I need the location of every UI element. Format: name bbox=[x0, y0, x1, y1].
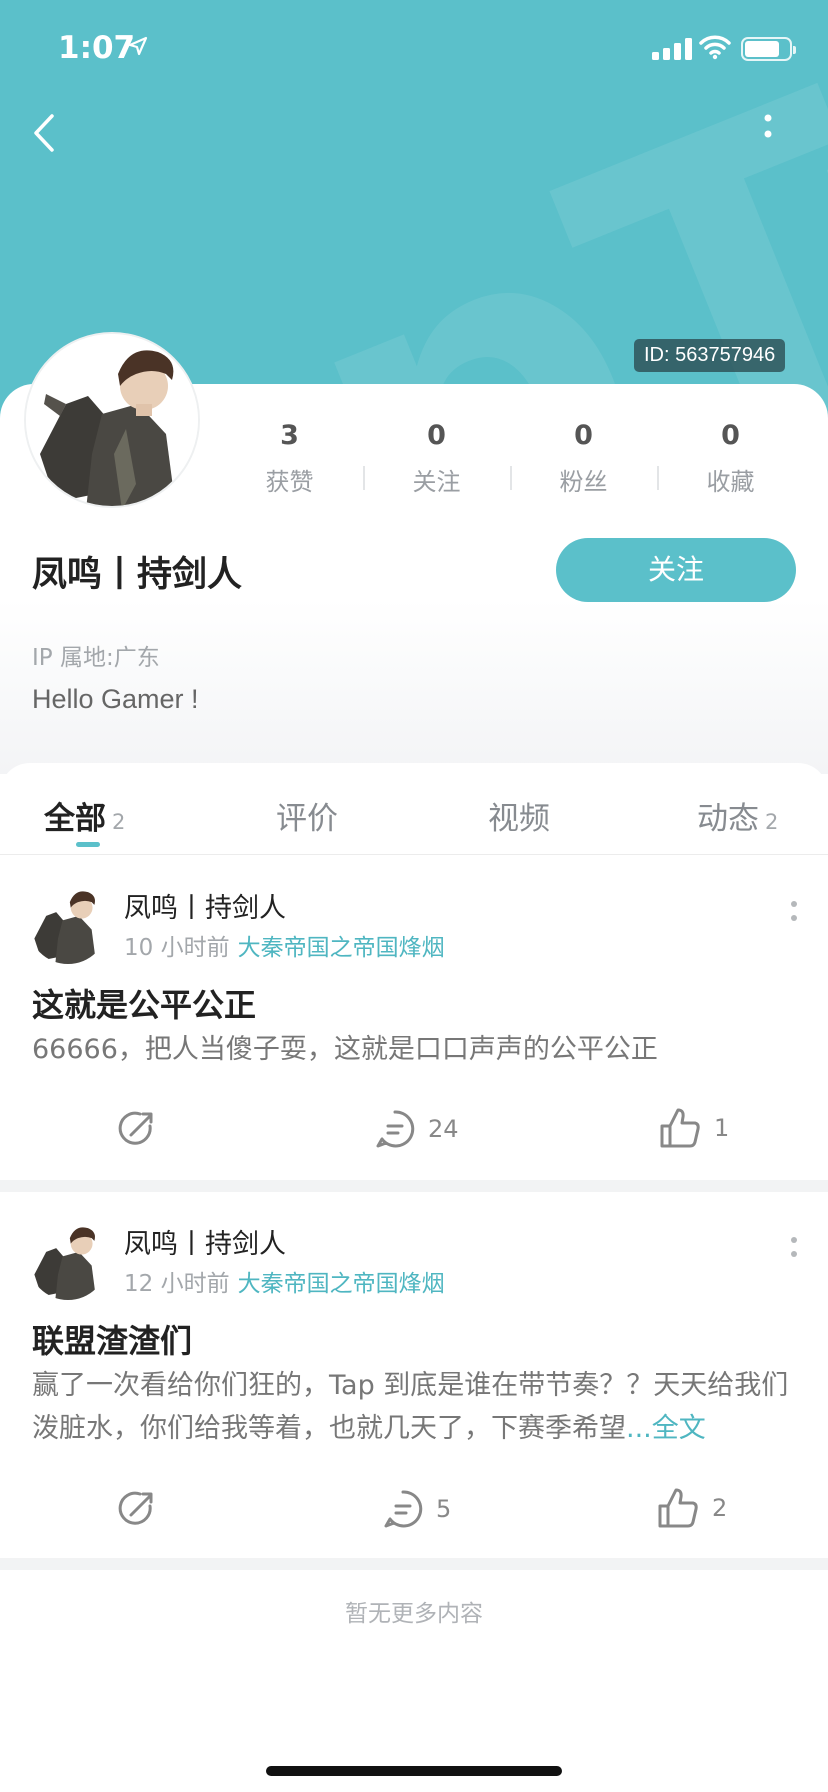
avatar[interactable] bbox=[24, 332, 200, 508]
share-icon bbox=[118, 1111, 153, 1145]
comment-icon bbox=[384, 1490, 423, 1528]
share-icon bbox=[118, 1491, 153, 1525]
stat-value: 0 bbox=[574, 420, 593, 451]
post-avatar[interactable] bbox=[28, 884, 108, 964]
post-title: 联盟渣渣们 bbox=[32, 1322, 193, 1360]
post-time: 12 小时前 bbox=[124, 1271, 230, 1297]
post-game-link[interactable]: 大秦帝国之帝国烽烟 bbox=[238, 1271, 445, 1297]
post-body: 66666，把人当傻子耍，这就是口口声声的公平公正 bbox=[32, 1028, 802, 1071]
post-game-link[interactable]: 大秦帝国之帝国烽烟 bbox=[238, 935, 445, 961]
active-tab-indicator bbox=[76, 842, 100, 847]
share-button[interactable] bbox=[116, 1488, 158, 1530]
post-divider bbox=[0, 1558, 828, 1570]
post-author[interactable]: 凤鸣丨持剑人 bbox=[124, 1222, 286, 1261]
ip-location: IP 属地:广东 bbox=[32, 645, 160, 671]
comment-button[interactable]: 5 bbox=[382, 1488, 451, 1530]
avatar-illustration bbox=[28, 1220, 108, 1300]
tab-videos[interactable]: 视频 bbox=[488, 793, 550, 838]
user-id-badge[interactable]: ID: 563757946 bbox=[634, 339, 786, 372]
comment-count: 24 bbox=[428, 1115, 459, 1143]
read-more-link[interactable]: ...全文 bbox=[626, 1413, 706, 1444]
tab-reviews[interactable]: 评价 bbox=[276, 793, 338, 838]
stat-label: 关注 bbox=[412, 468, 461, 496]
tab-count: 2 bbox=[765, 810, 779, 834]
feed-post[interactable]: 凤鸣丨持剑人 12 小时前 大秦帝国之帝国烽烟 联盟渣渣们 赢了一次看给你们狂的，… bbox=[0, 1192, 828, 1558]
post-time: 10 小时前 bbox=[124, 935, 230, 961]
share-button[interactable] bbox=[116, 1108, 158, 1150]
post-avatar[interactable] bbox=[28, 1220, 108, 1300]
post-menu-button[interactable] bbox=[784, 1234, 804, 1274]
more-vertical-icon bbox=[791, 1237, 797, 1257]
tab-label: 视频 bbox=[488, 801, 550, 837]
post-text: 66666，把人当傻子耍，这就是口口声声的公平公正 bbox=[32, 1034, 658, 1065]
tab-label: 全部 bbox=[44, 801, 106, 837]
comment-button[interactable]: 24 bbox=[374, 1108, 459, 1150]
stat-value: 0 bbox=[427, 420, 446, 451]
stat-label: 收藏 bbox=[706, 468, 755, 496]
stat-following[interactable]: 0 关注 bbox=[363, 418, 510, 498]
status-bar: 1:07 bbox=[0, 0, 828, 96]
chevron-left-icon bbox=[34, 114, 54, 152]
location-arrow-icon bbox=[128, 36, 148, 56]
stat-favorites[interactable]: 0 收藏 bbox=[657, 418, 804, 498]
avatar-illustration bbox=[28, 884, 108, 964]
tab-all[interactable]: 全部 2 bbox=[44, 793, 125, 838]
tab-moments[interactable]: 动态 2 bbox=[697, 793, 778, 838]
post-meta: 12 小时前 大秦帝国之帝国烽烟 bbox=[124, 1264, 445, 1298]
stat-label: 获赞 bbox=[265, 468, 314, 496]
stat-value: 3 bbox=[280, 420, 299, 451]
like-button[interactable]: 2 bbox=[656, 1486, 727, 1530]
more-options-button[interactable] bbox=[756, 112, 780, 156]
like-count: 1 bbox=[714, 1114, 730, 1142]
more-vertical-icon bbox=[764, 114, 772, 138]
post-menu-button[interactable] bbox=[784, 898, 804, 938]
status-time: 1:07 bbox=[58, 30, 136, 66]
tab-label: 评价 bbox=[276, 801, 338, 837]
comment-icon bbox=[376, 1110, 415, 1148]
profile-stats: 3 获赞 0 关注 0 粉丝 0 收藏 bbox=[216, 418, 804, 498]
home-indicator[interactable] bbox=[266, 1766, 562, 1776]
feed-post[interactable]: 凤鸣丨持剑人 10 小时前 大秦帝国之帝国烽烟 这就是公平公正 66666，把人当… bbox=[0, 856, 828, 1180]
post-title: 这就是公平公正 bbox=[32, 986, 257, 1024]
post-author[interactable]: 凤鸣丨持剑人 bbox=[124, 886, 286, 925]
battery-icon bbox=[741, 37, 796, 61]
like-button[interactable]: 1 bbox=[658, 1106, 729, 1150]
avatar-illustration bbox=[26, 334, 198, 506]
stat-value: 0 bbox=[721, 420, 740, 451]
stat-label: 粉丝 bbox=[559, 468, 608, 496]
more-vertical-icon bbox=[791, 901, 797, 921]
back-button[interactable] bbox=[28, 108, 68, 158]
tab-count: 2 bbox=[112, 810, 126, 834]
stat-likes[interactable]: 3 获赞 bbox=[216, 418, 363, 498]
profile-name: 凤鸣丨持剑人 bbox=[32, 555, 243, 595]
profile-bio: Hello Gamer ! bbox=[32, 684, 199, 714]
follow-button[interactable]: 关注 bbox=[556, 538, 796, 602]
comment-count: 5 bbox=[436, 1495, 452, 1523]
content-tabs: 全部 2 评价 视频 动态 2 bbox=[0, 763, 828, 855]
cellular-signal-icon bbox=[652, 38, 692, 60]
post-meta: 10 小时前 大秦帝国之帝国烽烟 bbox=[124, 928, 445, 962]
like-count: 2 bbox=[712, 1494, 728, 1522]
no-more-content-label: 暂无更多内容 bbox=[345, 1601, 483, 1627]
stat-followers[interactable]: 0 粉丝 bbox=[510, 418, 657, 498]
post-body: 赢了一次看给你们狂的，Tap 到底是谁在带节奏？？天天给我们泼脏水，你们给我等着… bbox=[32, 1364, 802, 1450]
thumbs-up-icon bbox=[658, 1488, 698, 1528]
wifi-icon bbox=[699, 35, 731, 60]
post-divider bbox=[0, 1180, 828, 1192]
tab-label: 动态 bbox=[697, 801, 759, 837]
thumbs-up-icon bbox=[660, 1108, 700, 1148]
